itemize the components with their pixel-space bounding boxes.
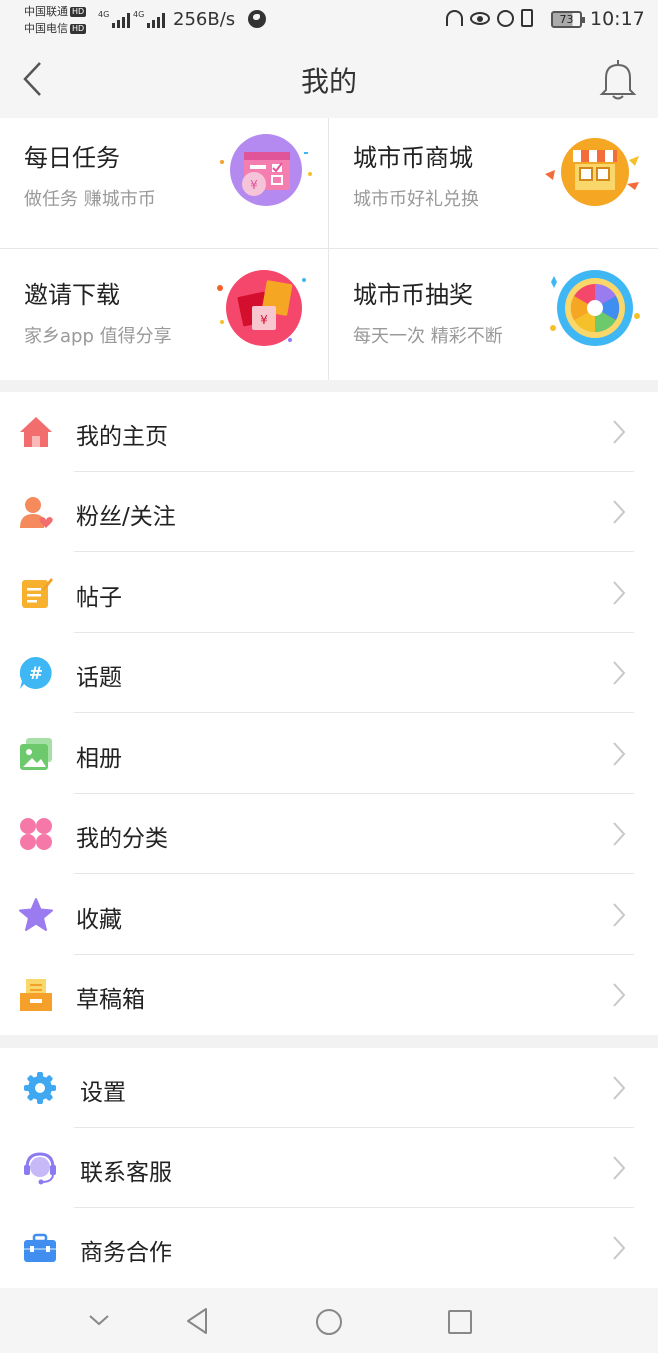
chevron-right-icon xyxy=(613,500,626,524)
grid-item-lottery[interactable]: 城市币抽奖 每天一次 精彩不断 xyxy=(329,240,658,380)
carrier-info: 中国联通 HD 中国电信 HD xyxy=(24,3,87,37)
menu-item-settings[interactable]: 设置 xyxy=(0,1048,658,1128)
grid-item-invite[interactable]: 邀请下载 家乡app 值得分享 ¥ xyxy=(0,240,329,380)
bell-icon[interactable] xyxy=(598,57,638,101)
chevron-right-icon xyxy=(613,822,626,846)
vibrate-icon xyxy=(521,9,533,27)
menu-item-label: 话题 xyxy=(76,665,122,691)
chevron-right-icon xyxy=(613,1156,626,1180)
menu-section-main: 我的主页 粉丝/关注 帖子 # 话题 相册 我的分类 收藏 草稿箱 xyxy=(0,392,658,1035)
system-nav-bar xyxy=(0,1288,658,1353)
chevron-right-icon xyxy=(613,903,626,927)
headphones-icon xyxy=(446,10,463,26)
menu-item-label: 收藏 xyxy=(76,907,122,933)
menu-item-business[interactable]: 商务合作 xyxy=(0,1208,658,1288)
menu-item-label: 商务合作 xyxy=(80,1240,172,1266)
chevron-right-icon xyxy=(613,661,626,685)
grid-item-subtitle: 每天一次 精彩不断 xyxy=(353,326,503,347)
menu-item-album[interactable]: 相册 xyxy=(0,714,658,794)
post-icon xyxy=(22,578,53,608)
chevron-right-icon xyxy=(613,983,626,1007)
calendar-coin-icon: ¥ xyxy=(220,134,312,206)
home-icon xyxy=(20,417,52,447)
carrier-1: 中国联通 xyxy=(24,5,68,18)
user-heart-icon xyxy=(20,497,53,528)
menu-item-followers[interactable]: 粉丝/关注 xyxy=(0,472,658,552)
menu-item-label: 粉丝/关注 xyxy=(76,504,176,530)
svg-text:¥: ¥ xyxy=(260,313,268,327)
menu-item-drafts[interactable]: 草稿箱 xyxy=(0,955,658,1035)
grid-item-subtitle: 城市币好礼兑换 xyxy=(353,189,479,210)
grid-item-coin-mall[interactable]: 城市币商城 城市币好礼兑换 xyxy=(329,118,658,249)
feature-grid: 每日任务 做任务 赚城市币 ¥ 城市币商城 城市币好礼兑换 邀请下载 家乡app… xyxy=(0,118,658,380)
menu-item-label: 我的分类 xyxy=(76,826,168,852)
menu-item-label: 帖子 xyxy=(76,585,122,611)
star-icon xyxy=(19,898,53,931)
menu-section-support: 设置 联系客服 商务合作 xyxy=(0,1048,658,1288)
back-triangle-icon[interactable] xyxy=(184,1306,210,1336)
shop-icon xyxy=(545,138,639,206)
menu-item-label: 相册 xyxy=(76,746,122,772)
signal-icon: 4G xyxy=(133,10,166,28)
chevron-right-icon xyxy=(613,1236,626,1260)
drafts-icon xyxy=(20,979,52,1011)
menu-item-label: 我的主页 xyxy=(76,424,168,450)
menu-item-posts[interactable]: 帖子 xyxy=(0,553,658,633)
svg-text:¥: ¥ xyxy=(250,178,258,192)
net-speed: 256B/s xyxy=(173,9,236,30)
grid-item-subtitle: 家乡app 值得分享 xyxy=(24,326,172,347)
globe-icon xyxy=(248,10,266,28)
hashtag-icon: # xyxy=(19,656,52,689)
gear-icon xyxy=(24,1072,56,1104)
menu-item-my-categories[interactable]: 我的分类 xyxy=(0,794,658,874)
net-type-label: 4G xyxy=(98,10,110,19)
briefcase-icon xyxy=(24,1233,56,1262)
chevron-right-icon xyxy=(613,1076,626,1100)
menu-item-label: 草稿箱 xyxy=(76,987,145,1013)
grid-item-subtitle: 做任务 赚城市币 xyxy=(24,189,156,210)
grid-item-title: 城市币抽奖 xyxy=(353,281,473,309)
menu-item-label: 联系客服 xyxy=(80,1160,172,1186)
net-type-label: 4G xyxy=(133,10,145,19)
hd-badge: HD xyxy=(70,7,87,17)
nav-bar: 我的 xyxy=(0,40,658,118)
page-title: 我的 xyxy=(300,65,357,98)
grid-item-daily-tasks[interactable]: 每日任务 做任务 赚城市币 ¥ xyxy=(0,118,329,249)
hd-badge: HD xyxy=(70,24,87,34)
svg-text:#: # xyxy=(29,664,43,684)
grid-item-title: 城市币商城 xyxy=(353,144,473,172)
menu-item-customer-service[interactable]: 联系客服 xyxy=(0,1128,658,1208)
chevron-right-icon xyxy=(613,581,626,605)
clock-time: 10:17 xyxy=(590,8,645,30)
chevron-right-icon xyxy=(613,420,626,444)
carrier-2: 中国电信 xyxy=(24,22,68,35)
status-bar: 中国联通 HD 中国电信 HD 4G 4G 256B/s 73 10:17 xyxy=(0,0,658,40)
recents-square-icon[interactable] xyxy=(446,1308,474,1336)
menu-item-topics[interactable]: # 话题 xyxy=(0,633,658,713)
grid-item-title: 邀请下载 xyxy=(24,281,120,309)
menu-item-label: 设置 xyxy=(80,1080,126,1106)
grid-item-title: 每日任务 xyxy=(24,144,120,172)
chevron-down-icon[interactable] xyxy=(87,1312,111,1328)
chevron-right-icon xyxy=(613,742,626,766)
menu-item-favorites[interactable]: 收藏 xyxy=(0,875,658,955)
home-circle-icon[interactable] xyxy=(314,1307,344,1337)
eye-comfort-icon xyxy=(470,11,490,25)
red-envelope-icon: ¥ xyxy=(217,270,306,346)
battery-icon: 73 xyxy=(551,11,585,28)
photo-icon xyxy=(20,738,52,770)
signal-icon: 4G xyxy=(98,10,131,28)
alarm-icon xyxy=(497,9,514,27)
menu-item-homepage[interactable]: 我的主页 xyxy=(0,392,658,472)
headset-icon xyxy=(24,1152,56,1185)
prize-wheel-icon xyxy=(550,270,640,346)
category-icon xyxy=(20,818,52,850)
